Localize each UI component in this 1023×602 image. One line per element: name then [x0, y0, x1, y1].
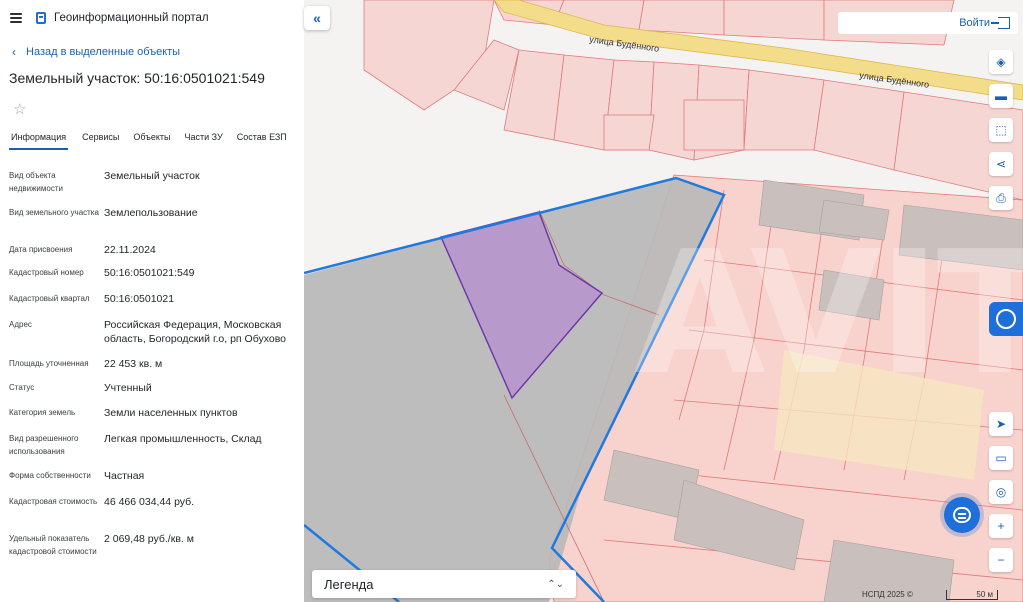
- property-label: Форма собственности: [9, 471, 91, 480]
- legend-label: Легенда: [324, 576, 374, 592]
- tab-composition[interactable]: Состав ЕЗП: [237, 132, 287, 150]
- property-label: Вид земельного участка: [9, 208, 99, 217]
- portal-logo-icon: [36, 12, 46, 24]
- property-label: Вид разрешенного использования: [9, 434, 79, 456]
- copyright: НСПД 2025 ©: [862, 590, 913, 599]
- select-area-icon[interactable]: ⬚: [989, 118, 1013, 142]
- property-label: Кадастровая стоимость: [9, 497, 98, 506]
- menu-icon[interactable]: [10, 13, 22, 23]
- app-title: Геоинформационный портал: [54, 12, 209, 24]
- zoom-out-icon[interactable]: −: [989, 548, 1013, 572]
- ruler-icon[interactable]: ▬: [989, 84, 1013, 108]
- property-label: Категория земель: [9, 408, 76, 417]
- property-value: Земельный участок: [104, 170, 200, 182]
- legend-dropdown[interactable]: Легенда ⌃⌄: [312, 570, 576, 598]
- property-label: Кадастровый номер: [9, 268, 84, 277]
- property-value: 46 466 034,44 руб.: [104, 496, 195, 508]
- print-icon[interactable]: ⎙: [989, 186, 1013, 210]
- tab-information[interactable]: Информация: [9, 132, 69, 150]
- location-icon[interactable]: ◎: [989, 480, 1013, 504]
- layers-icon[interactable]: ◈: [989, 50, 1013, 74]
- login-button[interactable]: Войти: [838, 12, 1018, 34]
- login-icon: [991, 17, 1010, 29]
- map-canvas[interactable]: улица Будённого улица Будённого AVIT: [304, 0, 1023, 602]
- collapse-panel-button[interactable]: «: [304, 6, 330, 30]
- property-label: Кадастровый квартал: [9, 294, 90, 303]
- back-link[interactable]: ‹ Назад в выделенные объекты: [0, 44, 304, 60]
- navigate-icon[interactable]: ➤: [989, 412, 1013, 436]
- chevron-updown-icon: ⌃⌄: [547, 578, 564, 590]
- property-value: Легкая промышленность, Склад: [104, 433, 262, 445]
- property-label: Площадь уточненная: [9, 359, 89, 368]
- zoom-in-icon[interactable]: +: [989, 514, 1013, 538]
- property-label: Статус: [9, 383, 35, 392]
- property-value: 2 069,48 руб./кв. м: [104, 533, 194, 545]
- property-label: Адрес: [9, 320, 32, 329]
- property-label: Удельный показатель кадастровой стоимост…: [9, 534, 97, 556]
- property-value: 22.11.2024: [104, 244, 156, 256]
- cadastral-map: улица Будённого улица Будённого: [304, 0, 1023, 602]
- property-value: 50:16:0501021:549: [104, 267, 195, 279]
- star-icon[interactable]: ☆: [13, 102, 29, 118]
- property-value: 22 453 кв. м: [104, 358, 163, 370]
- top-bar: Геоинформационный портал: [0, 0, 304, 36]
- screen-icon[interactable]: ▭: [989, 446, 1013, 470]
- property-value: 50:16:0501021: [104, 293, 175, 305]
- info-panel: Геоинформационный портал ‹ Назад в выдел…: [0, 0, 304, 602]
- chat-button[interactable]: [944, 497, 980, 533]
- feedback-flag-button[interactable]: [989, 302, 1023, 336]
- tab-bar: Информация Сервисы Объекты Части ЗУ Сост…: [0, 132, 304, 150]
- back-link-label: Назад в выделенные объекты: [26, 46, 181, 58]
- property-label: Дата присвоения: [9, 245, 73, 254]
- chat-icon: [953, 507, 971, 523]
- property-value: Землепользование: [104, 207, 198, 219]
- property-value: Частная: [104, 470, 145, 482]
- chevron-left-icon: ‹: [12, 45, 16, 59]
- login-label: Войти: [959, 17, 990, 29]
- property-value: Земли населенных пунктов: [104, 407, 238, 419]
- tab-parts[interactable]: Части ЗУ: [185, 132, 223, 150]
- page-title: Земельный участок: 50:16:0501021:549: [9, 70, 265, 86]
- scale-bar: 50 м: [946, 590, 998, 600]
- property-value: Российская Федерация, Московская область…: [104, 319, 287, 345]
- share-icon[interactable]: ⋖: [989, 152, 1013, 176]
- property-value: Учтенный: [104, 382, 152, 394]
- tab-objects[interactable]: Объекты: [133, 132, 170, 150]
- app-window: Геоинформационный портал ‹ Назад в выдел…: [0, 0, 1023, 602]
- tab-services[interactable]: Сервисы: [82, 132, 119, 150]
- property-label: Вид объекта недвижимости: [9, 171, 63, 193]
